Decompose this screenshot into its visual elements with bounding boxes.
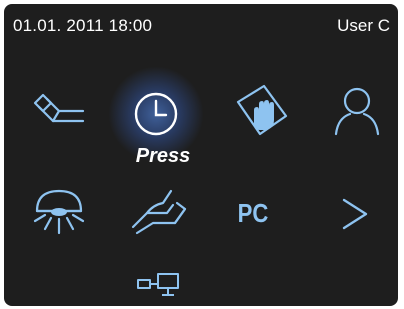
foot-control-icon (131, 189, 187, 235)
status-bar: 01.01. 2011 18:00 User C (4, 4, 398, 48)
touch-screen: 01.01. 2011 18:00 User C Press PC (4, 4, 398, 306)
pc-button[interactable]: PC (232, 198, 275, 229)
dental-light-icon (33, 189, 85, 235)
current-user: User C (337, 16, 390, 35)
hand-touch-button[interactable] (226, 78, 296, 142)
timer-button[interactable] (126, 84, 186, 144)
press-caption: Press (135, 145, 191, 167)
hand-touch-icon (236, 84, 288, 136)
next-page-button[interactable] (330, 192, 380, 236)
handpiece-button[interactable] (24, 86, 94, 136)
datetime: 01.01. 2011 18:00 (13, 16, 153, 35)
user-profile-button[interactable] (327, 82, 387, 140)
dental-light-button[interactable] (24, 184, 94, 240)
network-connection-icon (137, 273, 179, 296)
network-connection-button[interactable] (132, 268, 188, 302)
clock-icon (134, 92, 178, 136)
foot-control-button[interactable] (124, 184, 194, 240)
handpiece-icon (33, 93, 85, 123)
chevron-right-icon (342, 198, 368, 230)
user-profile-icon (334, 87, 380, 136)
